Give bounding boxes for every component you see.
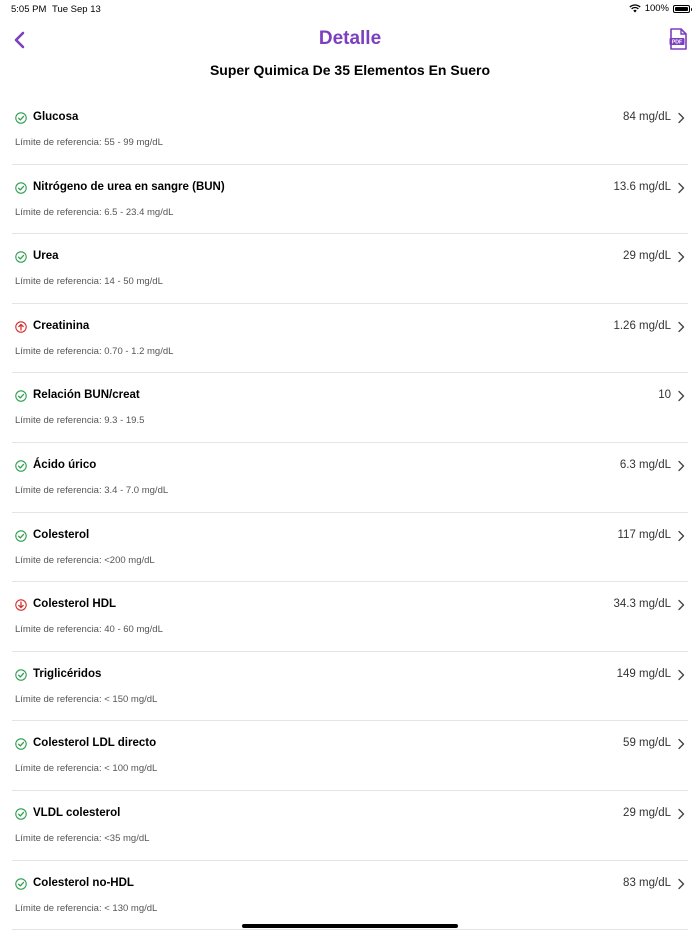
chevron-right-icon bbox=[678, 251, 685, 263]
check-circle-icon bbox=[15, 877, 27, 890]
chevron-right-icon bbox=[678, 739, 685, 750]
result-name: Ácido úrico bbox=[33, 458, 97, 471]
result-value: 29 mg/dL bbox=[623, 250, 671, 263]
status-indicators: 100% bbox=[629, 3, 692, 14]
reference-range: Límite de referencia: 55 - 99 mg/dL bbox=[15, 137, 163, 148]
result-name: Creatinina bbox=[33, 319, 90, 332]
pdf-file-icon: PDF bbox=[669, 28, 687, 50]
result-name: Colesterol HDL bbox=[33, 598, 117, 611]
home-indicator bbox=[242, 924, 458, 928]
chevron-right-icon bbox=[678, 182, 685, 193]
result-value: 1.26 mg/dL bbox=[613, 319, 671, 332]
check-circle-icon bbox=[15, 808, 27, 820]
result-value: 6.3 mg/dL bbox=[619, 458, 671, 471]
battery-icon bbox=[673, 4, 692, 13]
reference-range: Límite de referencia: 6.5 - 23.4 mg/dL bbox=[15, 206, 174, 218]
navigation-bar: Detalle PDF bbox=[0, 24, 700, 56]
arrow-down-circle-icon bbox=[15, 599, 27, 611]
result-value: 84 mg/dL bbox=[623, 111, 671, 123]
result-name: VLDL colesterol bbox=[33, 806, 121, 819]
reference-range: Límite de referencia: 0.70 - 1.2 mg/dL bbox=[15, 345, 174, 357]
reference-range: Límite de referencia: <35 mg/dL bbox=[15, 832, 150, 844]
reference-range: Límite de referencia: < 150 mg/dL bbox=[15, 693, 158, 705]
status-bar: 5:05 PM Tue Sep 13 100% bbox=[0, 0, 700, 18]
chevron-right-icon bbox=[678, 321, 685, 332]
reference-range: Límite de referencia: 14 - 50 mg/dL bbox=[15, 276, 163, 288]
result-name: Nitrógeno de urea en sangre (BUN) bbox=[33, 180, 225, 193]
result-name: Colesterol bbox=[33, 528, 90, 541]
result-name: Colesterol LDL directo bbox=[33, 737, 157, 750]
result-value: 10 bbox=[658, 389, 671, 402]
result-row[interactable]: Triglicéridos 149 mg/dL Límite de referenc… bbox=[12, 652, 688, 722]
status-time: 5:05 PM bbox=[11, 4, 47, 15]
result-value: 13.6 mg/dL bbox=[613, 180, 671, 193]
check-circle-icon bbox=[15, 112, 27, 124]
chevron-right-icon bbox=[678, 599, 685, 611]
chevron-right-icon bbox=[678, 460, 685, 472]
result-row[interactable]: Colesterol LDL directo 59 mg/dL Límite de … bbox=[12, 721, 688, 791]
reference-range: Límite de referencia: 40 - 60 mg/dL bbox=[15, 624, 163, 636]
reference-range: Límite de referencia: <200 mg/dL bbox=[15, 554, 155, 566]
result-name: Relación BUN/creat bbox=[33, 389, 140, 402]
battery-percent: 100% bbox=[644, 3, 669, 14]
pdf-button[interactable]: PDF bbox=[669, 28, 687, 50]
chevron-right-icon bbox=[678, 530, 685, 541]
result-value: 59 mg/dL bbox=[623, 737, 671, 750]
chevron-right-icon bbox=[678, 112, 685, 124]
result-row[interactable]: Nitrógeno de urea en sangre (BUN) 13.6 mg… bbox=[12, 165, 688, 235]
result-value: 83 mg/dL bbox=[623, 876, 671, 889]
reference-range: Límite de referencia: 3.4 - 7.0 mg/dL bbox=[15, 484, 169, 496]
reference-range: Límite de referencia: < 130 mg/dL bbox=[15, 902, 158, 914]
check-circle-icon bbox=[15, 181, 27, 194]
check-circle-icon bbox=[15, 390, 27, 403]
check-circle-icon bbox=[15, 460, 27, 472]
chevron-right-icon bbox=[678, 669, 685, 680]
result-row[interactable]: Relación BUN/creat 10 Límite de referencia… bbox=[12, 373, 688, 443]
result-row[interactable]: Ácido úrico 6.3 mg/dL Límite de referencia… bbox=[12, 443, 688, 513]
chevron-right-icon bbox=[678, 808, 685, 820]
panel-title: Super Quimica De 35 Elementos En Suero bbox=[209, 62, 491, 78]
reference-range: Límite de referencia: 9.3 - 19.5 bbox=[15, 415, 145, 427]
chevron-right-icon bbox=[678, 878, 685, 889]
check-circle-icon bbox=[15, 529, 27, 542]
check-circle-icon bbox=[15, 251, 27, 263]
result-row[interactable]: Colesterol 117 mg/dL Límite de referencia:… bbox=[12, 513, 688, 583]
check-circle-icon bbox=[15, 738, 27, 751]
page-title: Detalle bbox=[318, 28, 382, 49]
result-row[interactable]: Glucosa 84 mg/dL Límite de referencia: 55 … bbox=[12, 95, 688, 165]
chevron-right-icon bbox=[678, 391, 685, 402]
result-value: 149 mg/dL bbox=[616, 667, 671, 680]
result-row[interactable]: Creatinina 1.26 mg/dL Límite de referencia… bbox=[12, 304, 688, 374]
status-date: Tue Sep 13 bbox=[52, 4, 101, 15]
wifi-icon bbox=[629, 4, 641, 13]
reference-range: Límite de referencia: < 100 mg/dL bbox=[15, 763, 158, 775]
result-name: Urea bbox=[33, 250, 59, 263]
result-name: Glucosa bbox=[33, 111, 79, 123]
pdf-icon-label: PDF bbox=[672, 40, 682, 46]
result-row[interactable]: Colesterol no-HDL 83 mg/dL Límite de refer… bbox=[12, 861, 688, 931]
result-value: 117 mg/dL bbox=[617, 528, 672, 541]
result-value: 34.3 mg/dL bbox=[613, 598, 671, 611]
result-value: 29 mg/dL bbox=[623, 806, 671, 819]
result-name: Triglicéridos bbox=[33, 667, 102, 680]
result-row[interactable]: VLDL colesterol 29 mg/dL Límite de referen… bbox=[12, 791, 688, 861]
result-row[interactable]: Urea 29 mg/dL Límite de referencia: 14 - 5… bbox=[12, 234, 688, 304]
result-name: Colesterol no-HDL bbox=[33, 876, 134, 889]
result-row[interactable]: Colesterol HDL 34.3 mg/dL Límite de refere… bbox=[12, 582, 688, 652]
results-list: Glucosa 84 mg/dL Límite de referencia: 55 … bbox=[12, 95, 688, 931]
check-circle-icon bbox=[15, 669, 27, 681]
arrow-up-circle-icon bbox=[15, 321, 27, 333]
